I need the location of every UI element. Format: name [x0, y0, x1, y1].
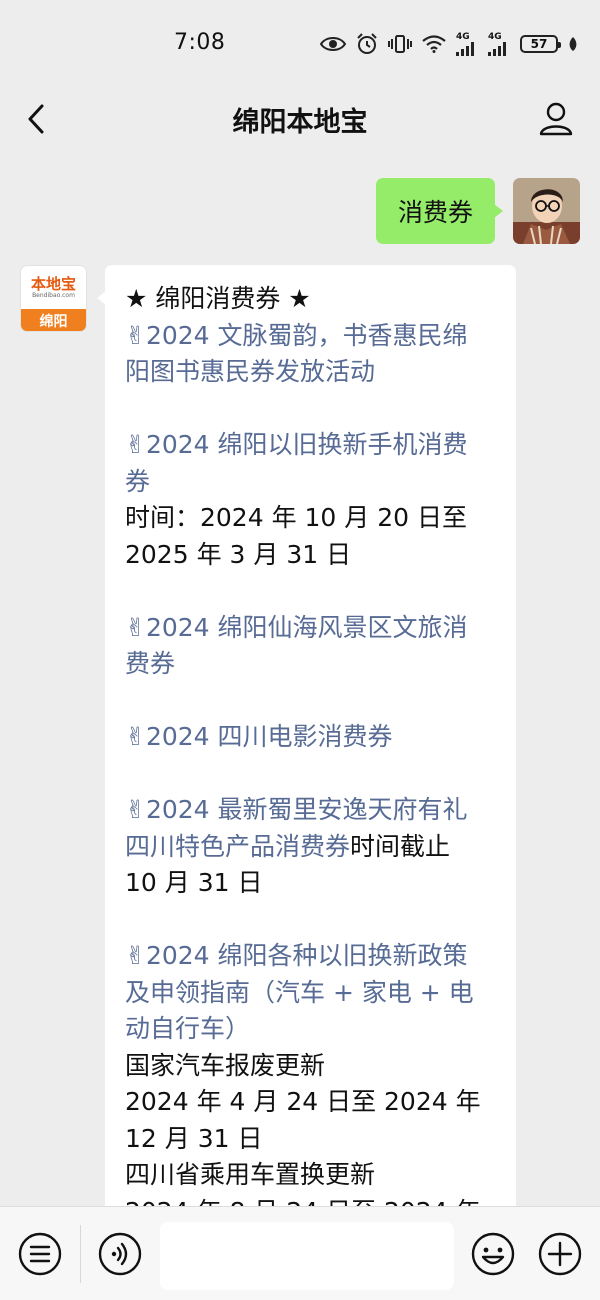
coupon-link-2[interactable]: ✌2024 绵阳以旧换新手机消费 — [125, 427, 498, 464]
plus-icon[interactable] — [537, 1231, 583, 1277]
signal-4g-2: 4G — [488, 31, 510, 56]
emoji-icon[interactable] — [470, 1231, 516, 1277]
outgoing-message-text: 消费券 — [397, 198, 473, 227]
coupon-5-deadline-text: 时间截止 — [350, 831, 451, 861]
divider — [80, 1225, 81, 1283]
coupon-2-time: 时间：2024 年 10 月 20 日至 — [125, 503, 467, 532]
coupon-link-6[interactable]: ✌2024 绵阳各种以旧换新政策 — [125, 938, 498, 975]
outgoing-message-bubble[interactable]: 消费券 — [375, 178, 504, 244]
status-time: 7:08 — [174, 30, 226, 55]
coupon-link-3-cont[interactable]: 费券 — [125, 646, 498, 683]
bendibao-avatar[interactable]: 本地宝 Bendibao.com 绵阳 — [20, 265, 87, 332]
network-type-label: 4G — [488, 31, 502, 42]
policy-sichuan-title: 四川省乘用车置换更新 — [125, 1160, 376, 1189]
signal-icon — [456, 41, 474, 56]
voice-icon[interactable] — [97, 1231, 143, 1277]
network-type-label: 4G — [456, 31, 470, 42]
incoming-message-bubble: ★ 绵阳消费券 ★ ✌2024 文脉蜀韵，书香惠民绵 阳图书惠民券发放活动 ✌2… — [97, 265, 516, 1207]
user-avatar-image — [513, 178, 580, 244]
message-heading: ★ 绵阳消费券 ★ — [125, 284, 311, 313]
leaf-icon — [569, 37, 577, 51]
coupon-link-5-cont[interactable]: 四川特色产品消费券 — [125, 832, 350, 861]
chat-header: 绵阳本地宝 — [0, 80, 600, 158]
coupon-link-3[interactable]: ✌2024 绵阳仙海风景区文旅消 — [125, 610, 498, 647]
coupon-link-5[interactable]: ✌2024 最新蜀里安逸天府有礼 — [125, 792, 498, 829]
eye-icon — [320, 37, 346, 51]
status-icons: 4G 4G 57 — [320, 30, 578, 58]
coupon-5-line-2: 四川特色产品消费券时间截止 — [125, 829, 498, 866]
coupon-link-1-cont[interactable]: 阳图书惠民券发放活动 — [125, 354, 498, 391]
coupon-link-6-cont[interactable]: 及申领指南（汽车 + 家电 + 电 — [125, 975, 498, 1012]
coupon-2-time-cont: 2025 年 3 月 31 日 — [125, 539, 352, 569]
avatar-city-text: 绵阳 — [21, 309, 86, 331]
signal-4g-1: 4G — [456, 31, 478, 56]
coupon-link-1[interactable]: ✌2024 文脉蜀韵，书香惠民绵 — [125, 318, 498, 355]
battery-indicator: 57 — [520, 35, 561, 53]
chat-title: 绵阳本地宝 — [232, 107, 368, 138]
coupon-5-deadline: 10 月 31 日 — [125, 868, 263, 897]
coupon-link-6-cont2[interactable]: 动自行车） — [125, 1011, 498, 1048]
chat-messages[interactable]: 消费券 本地宝 Bendibao.com 绵阳 ★ 绵阳消费券 ★ ✌2024 … — [0, 158, 600, 1206]
user-avatar[interactable] — [513, 178, 580, 244]
message-input-bar — [0, 1206, 600, 1300]
avatar-logo: 本地宝 Bendibao.com — [21, 266, 86, 309]
wifi-icon — [422, 35, 446, 53]
person-icon[interactable] — [538, 100, 574, 136]
alarm-icon — [357, 33, 377, 54]
policy-national-title: 国家汽车报废更新 — [125, 1050, 326, 1080]
status-bar: 7:08 4G 4G 57 — [0, 0, 600, 80]
avatar-domain-text: Bendibao.com — [32, 291, 75, 299]
coupon-link-4[interactable]: ✌2024 四川电影消费券 — [125, 719, 498, 756]
signal-icon — [488, 41, 506, 56]
battery-level: 57 — [530, 37, 548, 51]
vibrate-icon — [388, 35, 412, 53]
message-input[interactable] — [160, 1222, 454, 1290]
policy-national-date-cont: 12 月 31 日 — [125, 1123, 263, 1153]
avatar-brand-text: 本地宝 — [30, 274, 76, 293]
coupon-link-2-cont[interactable]: 券 — [125, 464, 498, 501]
policy-sichuan-date: 2024 年 8 月 24 日至 2024 年 — [125, 1194, 498, 1207]
menu-icon[interactable] — [17, 1231, 63, 1277]
policy-national-date: 2024 年 4 月 24 日至 2024 年 — [125, 1087, 481, 1116]
